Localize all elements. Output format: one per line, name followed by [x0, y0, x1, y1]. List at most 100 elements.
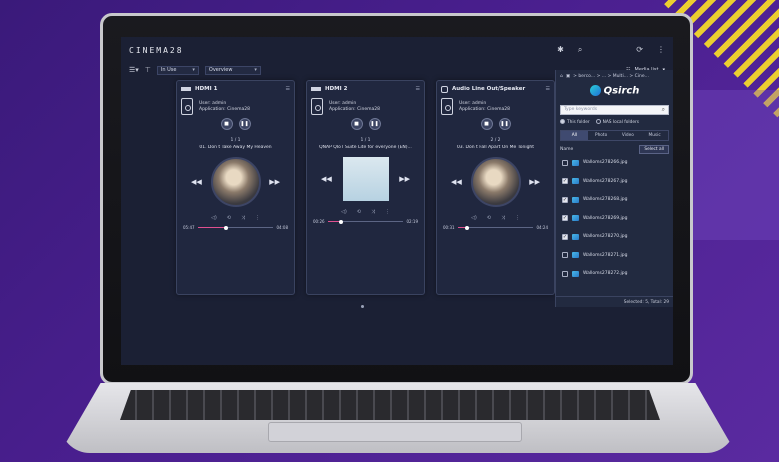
radio-this-folder[interactable]: This folder — [560, 118, 590, 125]
next-track-button[interactable]: ▶▶ — [399, 175, 410, 183]
bluetooth-icon[interactable]: ✱ — [557, 45, 564, 55]
search-input[interactable]: Type keywords ⌕ — [560, 104, 669, 115]
track-number: 1 / 1 — [230, 138, 241, 143]
file-name: Walloms278268.jpg — [583, 197, 628, 203]
cast-icon[interactable]: ⌕ — [578, 45, 582, 55]
laptop-trackpad — [268, 422, 522, 442]
seek-bar[interactable] — [457, 225, 534, 230]
speaker-device-icon — [441, 98, 453, 115]
file-list: Walloms278266.jpg ✓ Walloms278267.jpg ✓ Wa… — [556, 154, 673, 284]
view-select-value: Overview — [208, 67, 233, 73]
view-select[interactable]: Overview ▾ — [204, 65, 261, 75]
seek-bar[interactable] — [327, 219, 404, 224]
image-file-icon — [572, 215, 579, 222]
home-icon[interactable]: ⌂ — [560, 74, 563, 79]
previous-track-button[interactable]: ◀◀ — [321, 175, 332, 183]
shuffle-icon[interactable]: ⤨ — [241, 215, 245, 221]
file-name: Walloms278271.jpg — [583, 252, 628, 258]
card-title: Audio Line Out/Speaker — [452, 86, 526, 92]
speaker-device-icon — [311, 98, 323, 115]
file-name: Walloms278272.jpg — [583, 271, 628, 277]
video-thumbnail — [342, 157, 389, 201]
pause-button[interactable]: ❚❚ — [238, 118, 251, 130]
image-file-icon — [572, 178, 579, 185]
next-track-button[interactable]: ▶▶ — [529, 178, 540, 186]
repeat-icon[interactable]: ⟲ — [487, 215, 491, 221]
checkbox[interactable] — [562, 270, 568, 277]
list-item[interactable]: ✓ Walloms278270.jpg — [556, 228, 673, 247]
checkbox[interactable]: ✓ — [562, 233, 568, 240]
stop-button[interactable]: ■ — [480, 118, 493, 130]
file-name: Walloms278270.jpg — [583, 234, 628, 240]
tab-music[interactable]: Music — [641, 131, 668, 140]
file-name: Walloms278266.jpg — [583, 160, 628, 166]
album-art — [210, 157, 261, 207]
filter-icon[interactable]: ⊤ — [145, 66, 151, 74]
volume-icon[interactable]: ◁) — [211, 215, 217, 221]
track-number: 1 / 1 — [360, 138, 371, 143]
image-file-icon — [572, 270, 579, 277]
progress-row: 00:26 02:19 — [311, 219, 420, 224]
stop-button[interactable]: ■ — [220, 118, 233, 130]
speaker-device-icon — [181, 98, 193, 115]
card-title: HDMI 1 — [195, 86, 218, 92]
more-menu-icon[interactable]: ⋮ — [657, 45, 665, 55]
pause-button[interactable]: ❚❚ — [498, 118, 511, 130]
card-menu-icon[interactable]: ☰ — [546, 86, 550, 92]
image-file-icon — [572, 196, 579, 203]
next-track-button[interactable]: ▶▶ — [269, 178, 280, 186]
track-number: 2 / 2 — [490, 138, 501, 143]
stop-button[interactable]: ■ — [350, 118, 363, 130]
time-current: 05:47 — [183, 225, 195, 230]
shuffle-icon[interactable]: ⤨ — [371, 209, 375, 215]
shuffle-icon[interactable]: ⤨ — [501, 215, 505, 221]
previous-track-button[interactable]: ◀◀ — [451, 178, 462, 186]
card-menu-icon[interactable]: ☰ — [416, 86, 420, 92]
seek-bar[interactable] — [197, 225, 274, 230]
list-header: Name Select all — [556, 144, 673, 154]
card-menu-icon[interactable]: ☰ — [286, 86, 290, 92]
track-name: 03. Don t Fall Apart On Me Tonight — [456, 145, 535, 150]
list-item[interactable]: Walloms278272.jpg — [556, 265, 673, 284]
list-view-icon[interactable]: ☰▾ — [129, 66, 139, 74]
list-item[interactable]: ✓ Walloms278268.jpg — [556, 191, 673, 210]
device-card-hdmi2: HDMI 2 ☰ User: admin Application: Cinema… — [306, 80, 425, 295]
list-item[interactable]: ✓ Walloms278269.jpg — [556, 209, 673, 228]
tab-all[interactable]: All — [561, 130, 588, 140]
pause-button[interactable]: ❚❚ — [368, 118, 381, 130]
selection-status: Selected: 5, Total: 29 — [556, 296, 673, 307]
volume-icon[interactable]: ◁) — [471, 215, 477, 221]
list-item[interactable]: Walloms278271.jpg — [556, 246, 673, 265]
filter-select-value: In Use — [160, 67, 177, 73]
checkbox[interactable] — [562, 159, 568, 166]
app-logo: CINEMA28 — [129, 45, 184, 55]
checkbox[interactable]: ✓ — [562, 178, 568, 185]
more-options-icon[interactable]: ⋮ — [255, 215, 260, 221]
device-cards: HDMI 1 ☰ User: admin Application: Cinema… — [176, 80, 555, 295]
search-icon[interactable]: ⌕ — [662, 106, 665, 114]
column-name[interactable]: Name — [560, 147, 573, 152]
tab-photo[interactable]: Photo — [588, 131, 615, 140]
filter-select[interactable]: In Use ▾ — [156, 65, 199, 75]
volume-icon[interactable]: ◁) — [341, 209, 347, 215]
repeat-icon[interactable]: ⟲ — [357, 209, 361, 215]
more-options-icon[interactable]: ⋮ — [385, 209, 390, 215]
checkbox[interactable] — [562, 252, 568, 259]
tab-video[interactable]: Video — [615, 131, 642, 140]
folder-icon: ▣ — [565, 73, 571, 79]
checkbox[interactable]: ✓ — [562, 215, 568, 222]
checkbox[interactable]: ✓ — [562, 196, 568, 203]
card-title: HDMI 2 — [325, 86, 348, 92]
radio-nas-local-folders[interactable]: NAS local folders — [595, 118, 639, 125]
list-item[interactable]: Walloms278266.jpg — [556, 154, 673, 173]
previous-track-button[interactable]: ◀◀ — [191, 178, 202, 186]
top-bar-icons: ✱ ⌕ ⟳ ⋮ — [557, 45, 665, 55]
repeat-icon[interactable]: ⟲ — [227, 215, 231, 221]
card-application: Application: Cinema28 — [459, 106, 510, 112]
more-options-icon[interactable]: ⋮ — [515, 215, 520, 221]
select-all-button[interactable]: Select all — [639, 144, 669, 154]
list-item[interactable]: ✓ Walloms278267.jpg — [556, 172, 673, 191]
breadcrumb-path[interactable]: > berco... > ... > Multi... > Cine... — [573, 74, 649, 79]
page-indicator-dot[interactable] — [361, 305, 364, 308]
refresh-icon[interactable]: ⟳ — [636, 45, 643, 55]
